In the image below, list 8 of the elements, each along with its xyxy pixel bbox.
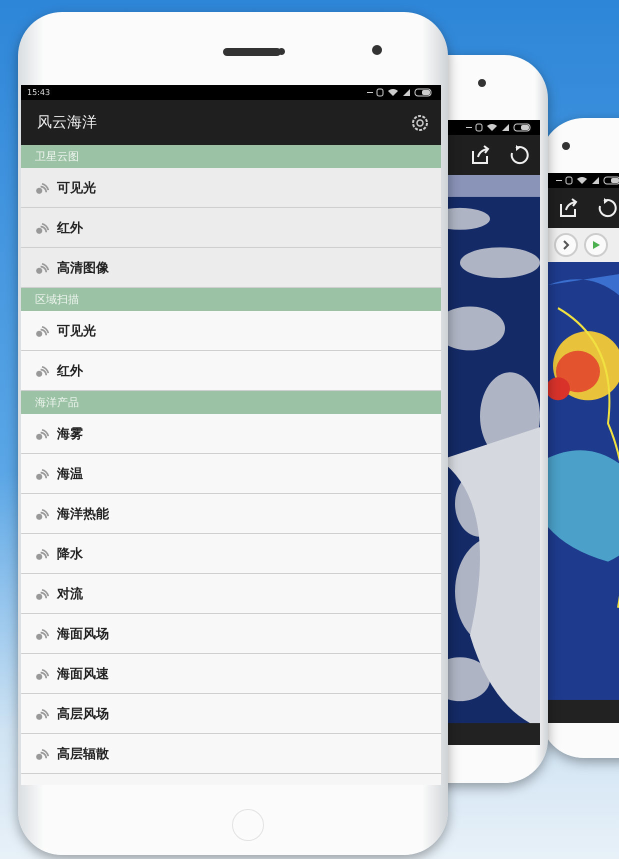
section-header: 卫星云图 (21, 145, 441, 168)
app-title: 风云海洋 (37, 113, 97, 132)
section-header: 海洋产品 (21, 391, 441, 414)
section-header: 区域扫描 (21, 288, 441, 311)
list-item[interactable]: 红外 (21, 208, 441, 248)
list-item[interactable]: 高清图像 (21, 248, 441, 288)
list-item[interactable]: 可见光 (21, 168, 441, 208)
status-time: 15:43 (27, 88, 50, 97)
